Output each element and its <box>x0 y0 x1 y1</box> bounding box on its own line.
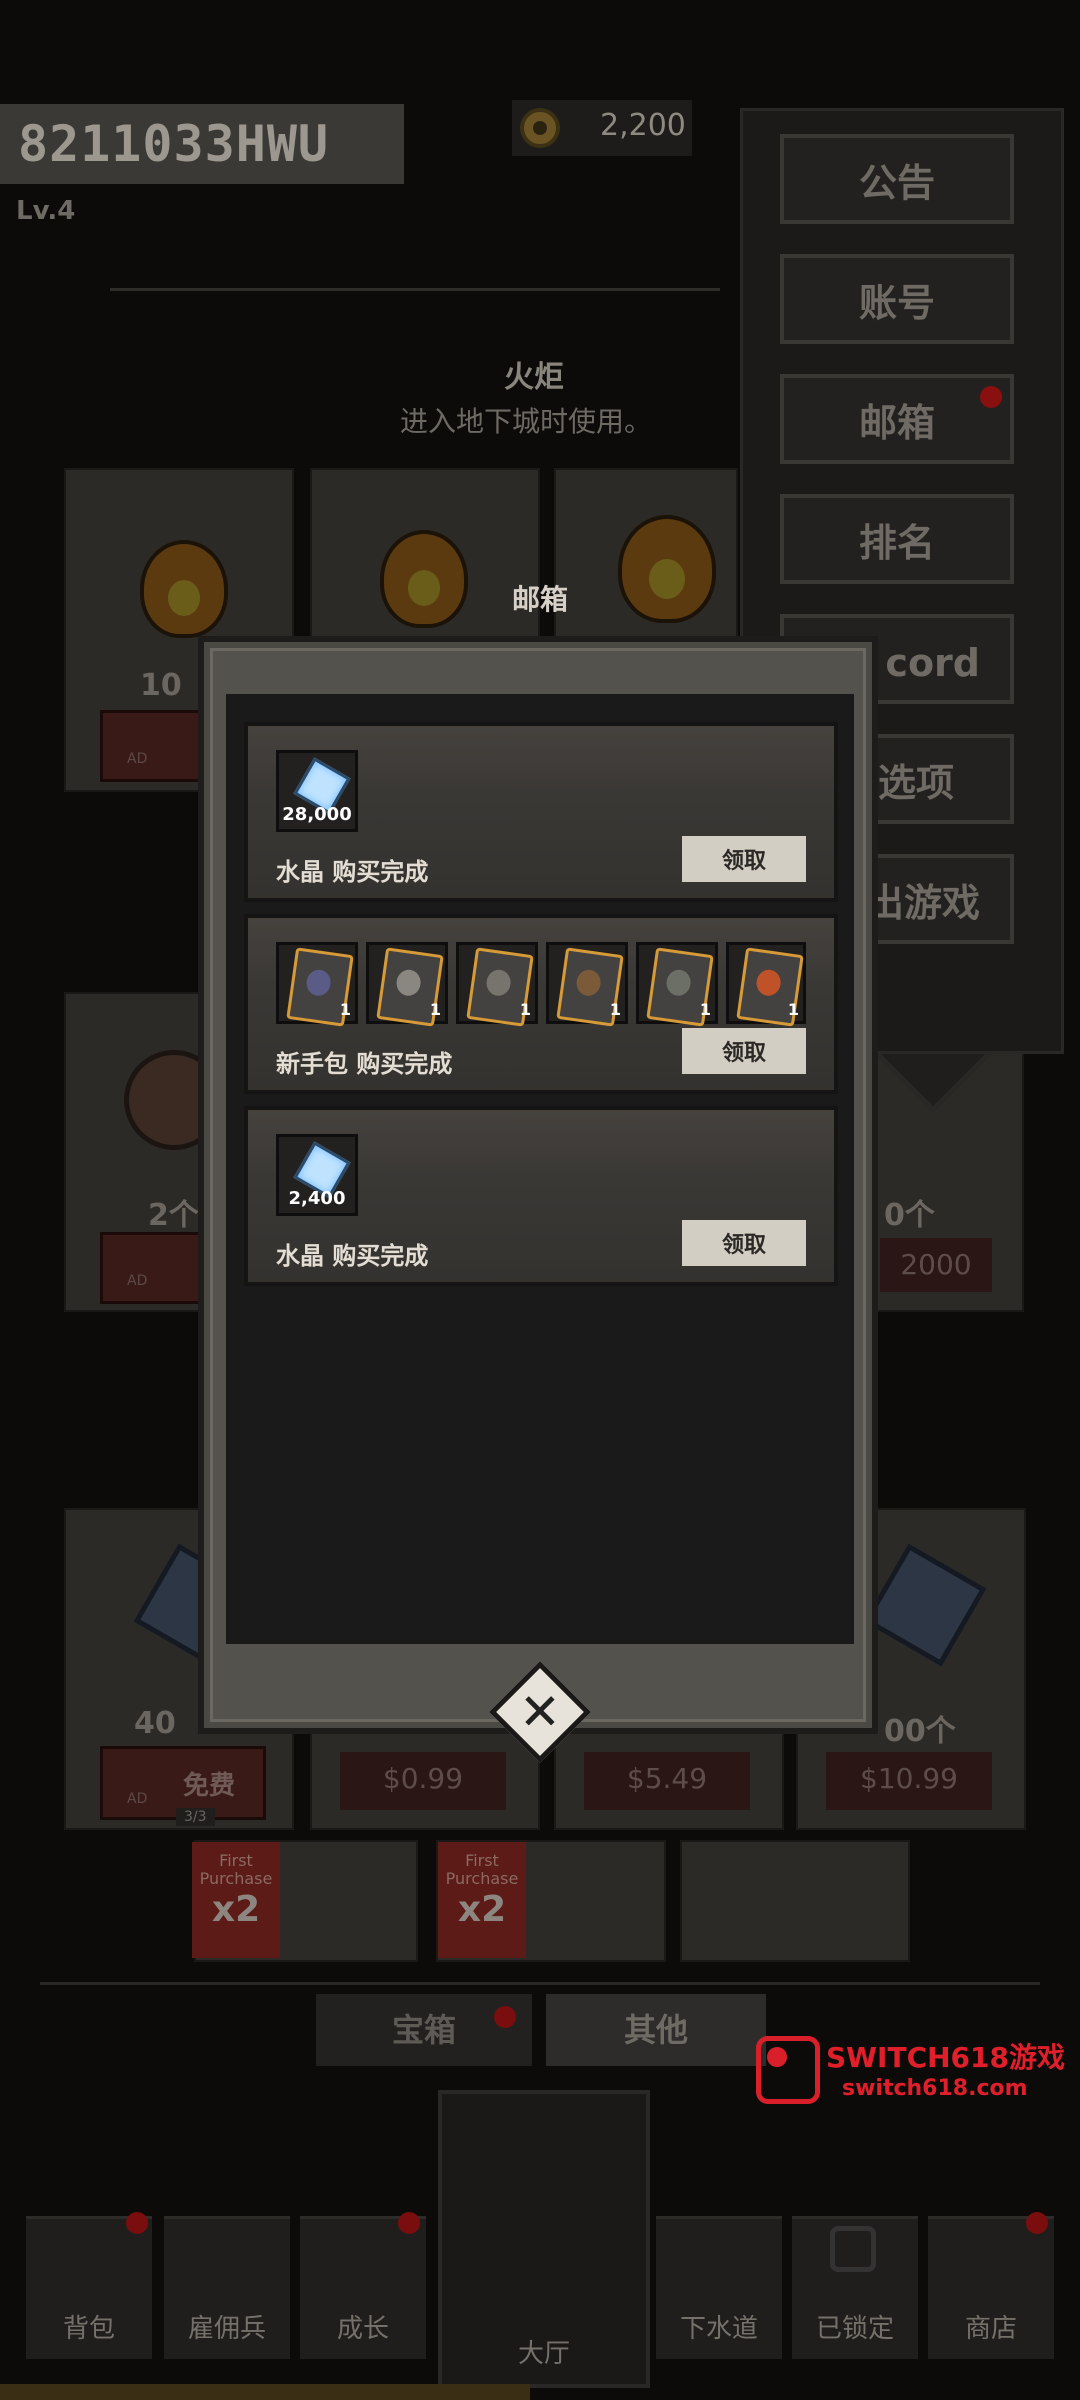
menu-mailbox[interactable]: 邮箱 <box>780 374 1014 464</box>
mail-text: 水晶 购买完成 <box>276 1242 429 1270</box>
reward-slot: 1 <box>726 942 806 1027</box>
reward-quantity: 1 <box>429 1000 441 1019</box>
price-button[interactable]: $5.49 <box>584 1752 750 1810</box>
nav-bag[interactable]: 背包 <box>26 2216 152 2359</box>
item-amount: 2个 <box>148 1198 199 1233</box>
divider <box>40 1982 1040 1985</box>
notification-dot <box>1026 2212 1048 2234</box>
nav-shop[interactable]: 商店 <box>928 2216 1054 2359</box>
reward-slot: 1 <box>366 942 448 1027</box>
reward-slot: 1 <box>546 942 628 1027</box>
crystal-amount: 40 <box>134 1706 176 1741</box>
menu-announcement[interactable]: 公告 <box>780 134 1014 224</box>
claim-button[interactable]: 领取 <box>682 1220 806 1266</box>
nav-mercenary[interactable]: 雇佣兵 <box>164 2216 290 2359</box>
mail-item-crystal-28000: 28,000 水晶 购买完成 领取 <box>244 722 838 902</box>
mail-text: 新手包 购买完成 <box>276 1050 453 1078</box>
ad-label: AD <box>127 751 148 767</box>
mail-text: 水晶 购买完成 <box>276 858 429 886</box>
torch-title: 火炬 <box>504 360 564 395</box>
switch-logo-icon <box>756 2036 820 2104</box>
card-portrait <box>574 968 603 998</box>
card-portrait <box>484 968 513 998</box>
ad-button[interactable]: AD <box>100 710 202 782</box>
reward-quantity: 1 <box>519 1000 531 1019</box>
claim-button[interactable]: 领取 <box>682 836 806 882</box>
tab-other[interactable]: 其他 <box>546 1994 766 2066</box>
menu-account[interactable]: 账号 <box>780 254 1014 344</box>
first-purchase-ribbon: First Purchase x2 <box>438 1842 526 1958</box>
nav-sewer-label: 下水道 <box>679 2314 758 2344</box>
progress-bar <box>0 2384 530 2400</box>
shop-card-bundle-3[interactable] <box>680 1840 910 1962</box>
close-icon: ✕ <box>519 1683 561 1741</box>
card-portrait <box>754 968 783 998</box>
watermark-brand: SWITCH618游戏 <box>826 2041 1065 2074</box>
nav-growth-label: 成长 <box>336 2314 389 2344</box>
reward-slot: 1 <box>456 942 538 1027</box>
reward-quantity: 1 <box>699 1000 711 1019</box>
notification-dot <box>494 2006 516 2028</box>
torch-description: 进入地下城时使用。 <box>400 405 653 438</box>
reward-quantity: 1 <box>609 1000 621 1019</box>
mail-item-crystal-2400: 2,400 水晶 购买完成 领取 <box>244 1106 838 1286</box>
nav-bag-label: 背包 <box>62 2314 115 2344</box>
player-id[interactable]: 8211033HWU <box>0 104 404 184</box>
nav-mercenary-label: 雇佣兵 <box>187 2314 266 2344</box>
multiplier-label: x2 <box>211 1889 261 1930</box>
nav-shop-label: 商店 <box>964 2314 1017 2344</box>
card-portrait <box>664 968 693 998</box>
mail-item-starter-pack: 1 1 1 1 1 1 新手包 购买完成 领取 <box>244 914 838 1094</box>
reward-quantity: 28,000 <box>282 804 352 825</box>
tab-chest[interactable]: 宝箱 <box>316 1994 532 2066</box>
nav-lobby-label: 大厅 <box>517 2339 570 2369</box>
torch-amount: 10 <box>140 668 182 703</box>
watermark-url: switch618.com <box>842 2076 1028 2101</box>
ad-label: AD <box>127 1273 148 1289</box>
price-button[interactable]: $0.99 <box>340 1752 506 1810</box>
player-level: Lv.4 <box>16 196 76 226</box>
notification-dot <box>398 2212 420 2234</box>
menu-ranking[interactable]: 排名 <box>780 494 1014 584</box>
divider <box>110 288 720 291</box>
card-portrait <box>394 968 423 998</box>
reward-slot: 1 <box>276 942 358 1027</box>
multiplier-label: x2 <box>457 1889 507 1930</box>
free-label: 免费 <box>183 1771 236 1801</box>
coin-amount: 2,200 <box>600 108 686 143</box>
item-amount: 0个 <box>884 1198 935 1233</box>
first-purchase-label: First Purchase <box>445 1851 519 1888</box>
free-counter: 3/3 <box>176 1808 215 1826</box>
claim-button[interactable]: 领取 <box>682 1028 806 1074</box>
notification-dot <box>126 2212 148 2234</box>
reward-slot: 2,400 <box>276 1134 358 1216</box>
reward-slot: 28,000 <box>276 750 358 832</box>
mailbox-title: 邮箱 <box>511 583 568 616</box>
first-purchase-label: First Purchase <box>199 1851 273 1888</box>
reward-quantity: 1 <box>339 1000 351 1019</box>
reward-quantity: 2,400 <box>288 1188 346 1209</box>
nav-growth[interactable]: 成长 <box>300 2216 426 2359</box>
nav-sewer[interactable]: 下水道 <box>656 2216 782 2359</box>
price-button[interactable]: $10.99 <box>826 1752 992 1810</box>
ad-label: AD <box>127 1791 148 1807</box>
price-button[interactable]: 2000 <box>880 1238 992 1292</box>
reward-quantity: 1 <box>787 1000 799 1019</box>
nav-lobby[interactable]: 大厅 <box>438 2090 650 2388</box>
nav-locked-label: 已锁定 <box>815 2314 894 2344</box>
card-portrait <box>304 968 333 998</box>
ad-button[interactable]: AD <box>100 1232 202 1304</box>
notification-dot <box>980 386 1002 408</box>
crystal-amount: 00个 <box>884 1714 956 1749</box>
first-purchase-ribbon: First Purchase x2 <box>192 1842 280 1958</box>
lock-icon <box>830 2226 876 2272</box>
coin-icon <box>520 108 560 148</box>
reward-slot: 1 <box>636 942 718 1027</box>
